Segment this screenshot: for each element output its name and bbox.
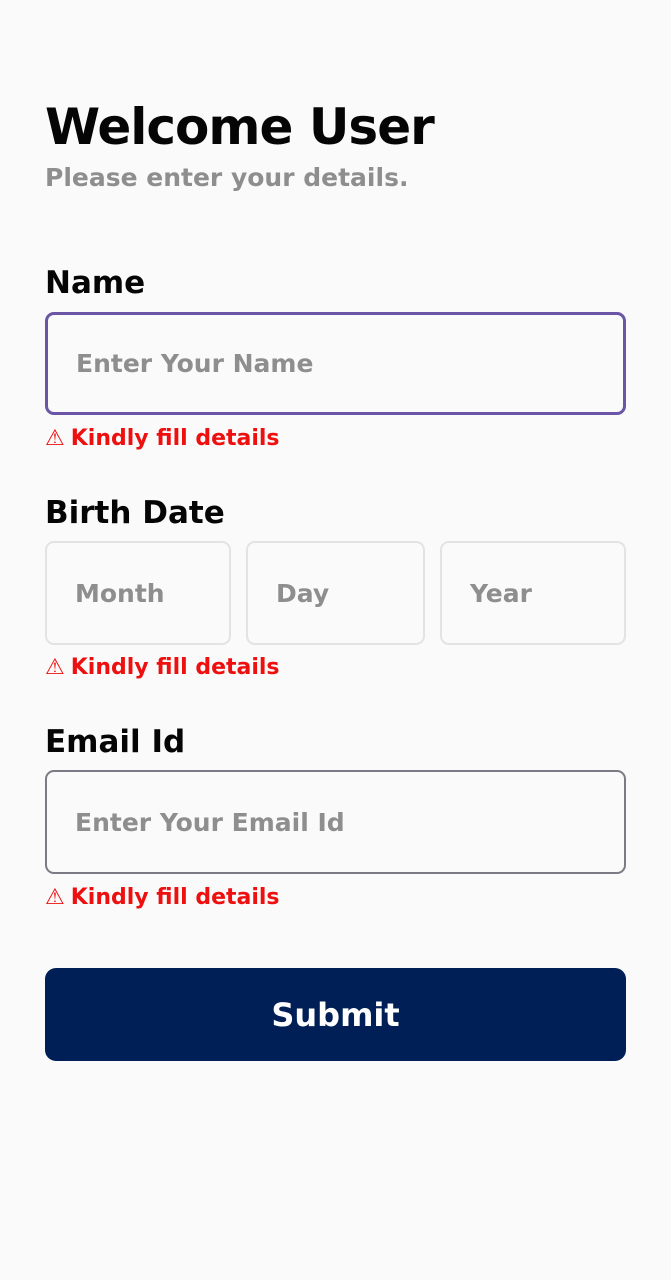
birth-date-label: Birth Date <box>45 495 225 531</box>
email-error-text: Kindly fill details <box>70 885 280 910</box>
day-input[interactable] <box>246 541 425 645</box>
name-error: ⚠ Kindly fill details <box>45 425 280 453</box>
registration-screen: Welcome User Please enter your details. … <box>0 0 671 1280</box>
year-input[interactable] <box>440 541 626 645</box>
page-subtitle: Please enter your details. <box>45 163 409 192</box>
birth-date-error: ⚠ Kindly fill details <box>45 654 280 682</box>
page-title: Welcome User <box>45 98 435 156</box>
email-input[interactable] <box>45 770 626 874</box>
warning-icon: ⚠ <box>45 426 65 451</box>
name-label: Name <box>45 265 146 301</box>
email-error: ⚠ Kindly fill details <box>45 884 280 912</box>
birth-date-error-text: Kindly fill details <box>70 655 280 680</box>
warning-icon: ⚠ <box>45 655 65 680</box>
month-input[interactable] <box>45 541 231 645</box>
name-input[interactable] <box>45 312 626 415</box>
submit-button[interactable]: Submit <box>45 968 626 1061</box>
warning-icon: ⚠ <box>45 885 65 910</box>
name-error-text: Kindly fill details <box>70 426 280 451</box>
email-label: Email Id <box>45 724 186 760</box>
